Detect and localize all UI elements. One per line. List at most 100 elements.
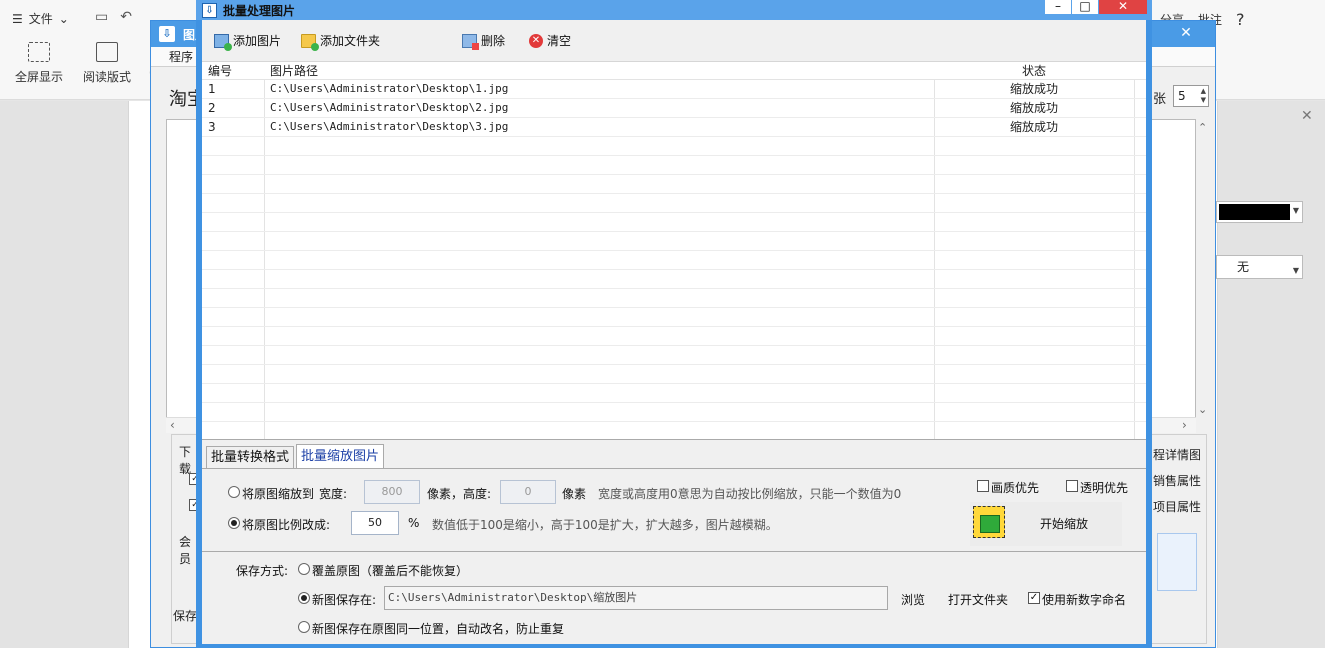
hamburger-icon: ☰ — [12, 12, 23, 26]
save-new-location-radio[interactable] — [298, 592, 310, 604]
empty-row — [202, 308, 1146, 327]
clear-label: 清空 — [547, 32, 571, 49]
image-list-grid[interactable]: 编号 图片路径 状态 1 C:\Users\Administrator\Desk… — [202, 62, 1146, 440]
quality-first-label[interactable]: 画质优先 — [991, 479, 1039, 496]
resize-to-fixed-label[interactable]: 将原图缩放到 — [242, 485, 314, 502]
scroll-down-icon[interactable]: ⌄ — [1198, 403, 1207, 416]
browse-button[interactable]: 浏览 — [901, 591, 925, 608]
table-row[interactable]: 1 C:\Users\Administrator\Desktop\1.jpg 缩… — [202, 80, 1146, 99]
fullscreen-tool[interactable]: 全屏显示 — [10, 42, 68, 85]
numeric-name-label[interactable]: 使用新数字命名 — [1042, 591, 1126, 608]
empty-row — [202, 384, 1146, 403]
column-header-path[interactable]: 图片路径 — [264, 62, 934, 81]
fullscreen-icon — [28, 42, 50, 62]
chevron-down-icon: ▼ — [1293, 260, 1299, 282]
overwrite-label[interactable]: 覆盖原图（覆盖后不能恢复） — [312, 562, 468, 579]
empty-row — [202, 175, 1146, 194]
save-icon[interactable]: ▭ — [95, 9, 108, 25]
tool-label: 阅读版式 — [83, 68, 131, 85]
overwrite-radio[interactable] — [298, 563, 310, 575]
start-resize-button[interactable]: 开始缩放 — [970, 502, 1122, 546]
empty-row — [202, 137, 1146, 156]
color-swatch — [1219, 204, 1290, 220]
row-id: 2 — [202, 99, 264, 118]
menu-item-program[interactable]: 程序 — [169, 48, 193, 65]
tool-label: 全屏显示 — [15, 68, 63, 85]
grid-header: 编号 图片路径 状态 — [202, 62, 1146, 80]
column-header-id[interactable]: 编号 — [202, 62, 264, 81]
behind-label: 保存 — [173, 607, 197, 624]
empty-row — [202, 365, 1146, 384]
start-resize-label: 开始缩放 — [1040, 515, 1088, 532]
empty-row — [202, 289, 1146, 308]
delete-button[interactable]: 删除 — [462, 32, 505, 49]
table-row[interactable]: 3 C:\Users\Administrator\Desktop\3.jpg 缩… — [202, 118, 1146, 137]
delete-icon — [462, 34, 477, 48]
tab-batch-convert[interactable]: 批量转换格式 — [206, 446, 294, 468]
clear-button[interactable]: ✕ 清空 — [529, 32, 571, 49]
save-same-location-label[interactable]: 新图保存在原图同一位置，自动改名，防止重复 — [312, 620, 564, 637]
minimize-button[interactable]: – — [1045, 0, 1071, 14]
percent-unit: % — [408, 516, 419, 530]
row-status: 缩放成功 — [934, 99, 1134, 118]
transparent-first-checkbox[interactable] — [1066, 480, 1078, 492]
sidebar-close-icon[interactable]: ✕ — [1301, 108, 1313, 124]
row-path: C:\Users\Administrator\Desktop\1.jpg — [264, 80, 934, 99]
style-select[interactable]: 无 ▼ — [1216, 255, 1303, 279]
add-image-button[interactable]: 添加图片 — [214, 32, 281, 49]
empty-row — [202, 156, 1146, 175]
empty-row — [202, 403, 1146, 422]
percent-input[interactable]: 50 — [351, 511, 399, 535]
table-row[interactable]: 2 C:\Users\Administrator\Desktop\2.jpg 缩… — [202, 99, 1146, 118]
spinner-arrows-icon[interactable]: ▲▼ — [1201, 87, 1206, 105]
undo-icon[interactable]: ↶ — [120, 9, 132, 25]
chevron-down-icon: ▼ — [1293, 206, 1299, 215]
save-new-location-label[interactable]: 新图保存在: — [312, 591, 376, 608]
dialog-title: 批量处理图片 — [223, 2, 295, 19]
save-same-location-radio[interactable] — [298, 621, 310, 633]
scroll-up-icon[interactable]: ⌃ — [1198, 121, 1207, 134]
pixel-unit-label: 像素 — [562, 485, 586, 502]
add-folder-icon — [301, 34, 316, 48]
chevron-down-icon: ⌄ — [59, 12, 69, 26]
color-select[interactable]: ▼ — [1216, 201, 1303, 223]
quick-access-bar: ▭ ↶ — [95, 9, 132, 25]
height-label: 像素，高度: — [427, 485, 491, 502]
maximize-button[interactable]: □ — [1072, 0, 1098, 14]
add-folder-button[interactable]: 添加文件夹 — [301, 32, 380, 49]
numeric-name-checkbox[interactable]: ✓ — [1028, 592, 1040, 604]
percent-hint: 数值低于100是缩小，高于100是扩大，扩大越多，图片越模糊。 — [432, 516, 778, 533]
empty-row — [202, 327, 1146, 346]
download-app-icon: ⇩ — [202, 3, 217, 18]
count-spinner[interactable]: 5 ▲▼ — [1173, 85, 1209, 107]
vertical-scrollbar[interactable]: ⌃ ⌄ — [1195, 121, 1211, 417]
quality-first-checkbox[interactable] — [977, 480, 989, 492]
tab-bar: 批量转换格式 批量缩放图片 — [202, 446, 384, 468]
scroll-right-icon[interactable]: › — [1182, 418, 1187, 432]
resize-by-percent-label[interactable]: 将原图比例改成: — [242, 516, 330, 533]
tab-batch-resize[interactable]: 批量缩放图片 — [296, 444, 384, 468]
save-path-input[interactable]: C:\Users\Administrator\Desktop\缩放图片 — [384, 586, 888, 610]
height-input[interactable]: 0 — [500, 480, 556, 504]
behind-window-close-button[interactable]: ✕ — [1157, 21, 1215, 45]
scroll-left-icon[interactable]: ‹ — [170, 418, 175, 432]
width-input[interactable]: 800 — [364, 480, 420, 504]
empty-row — [202, 422, 1146, 440]
row-path: C:\Users\Administrator\Desktop\2.jpg — [264, 99, 934, 118]
empty-row — [202, 270, 1146, 289]
help-icon[interactable]: ? — [1236, 10, 1245, 29]
behind-right-label: 销售属性 — [1153, 472, 1201, 489]
close-button[interactable]: ✕ — [1099, 0, 1147, 14]
column-header-status[interactable]: 状态 — [934, 62, 1134, 81]
open-folder-button[interactable]: 打开文件夹 — [948, 591, 1008, 608]
behind-label: 下载 — [179, 443, 197, 477]
dialog-toolbar: 添加图片 添加文件夹 删除 ✕ 清空 — [202, 20, 1146, 62]
file-menu[interactable]: ☰ 文件 ⌄ — [12, 10, 69, 27]
resize-to-fixed-radio[interactable] — [228, 486, 240, 498]
reading-mode-tool[interactable]: 阅读版式 — [78, 42, 136, 85]
file-menu-label: 文件 — [29, 10, 53, 27]
add-image-icon — [214, 34, 229, 48]
transparent-first-label[interactable]: 透明优先 — [1080, 479, 1128, 496]
resize-by-percent-radio[interactable] — [228, 517, 240, 529]
book-icon — [96, 42, 118, 62]
